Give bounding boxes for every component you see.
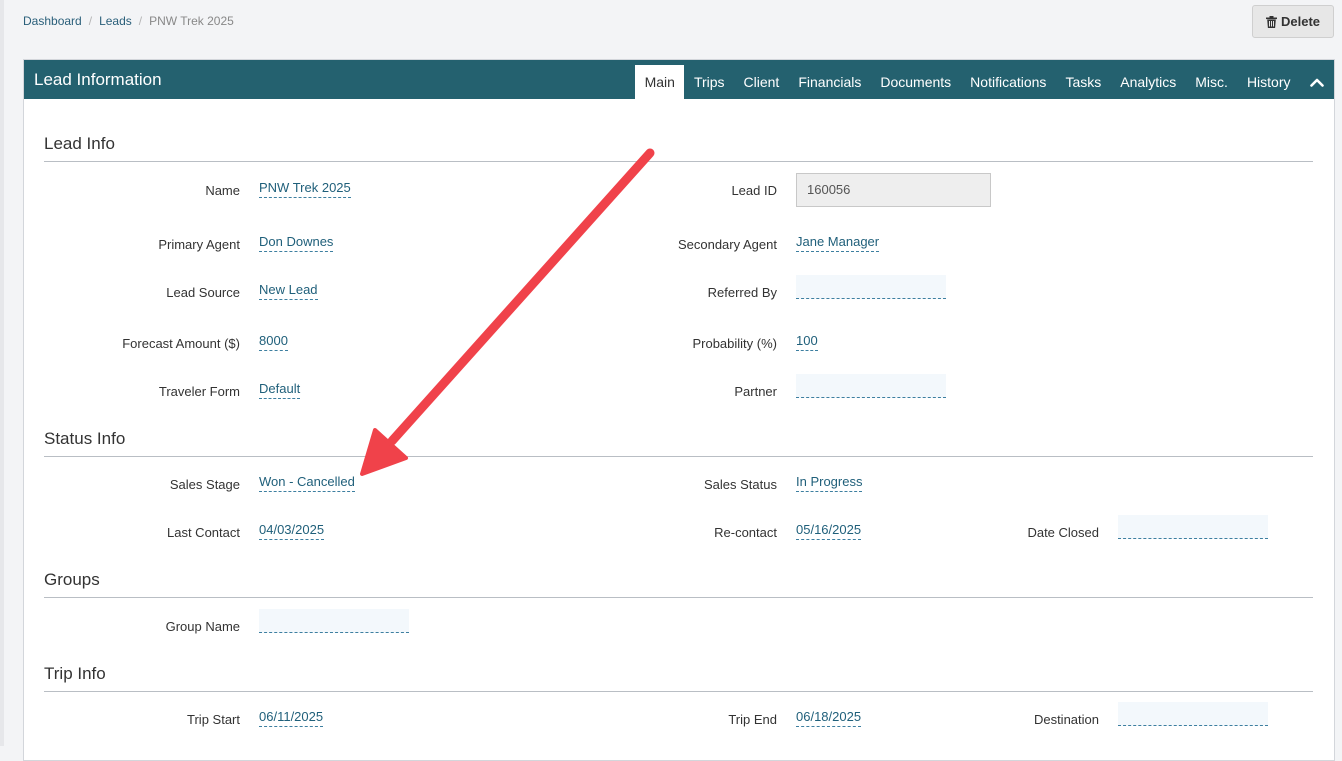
annotation-arrow xyxy=(360,148,655,476)
